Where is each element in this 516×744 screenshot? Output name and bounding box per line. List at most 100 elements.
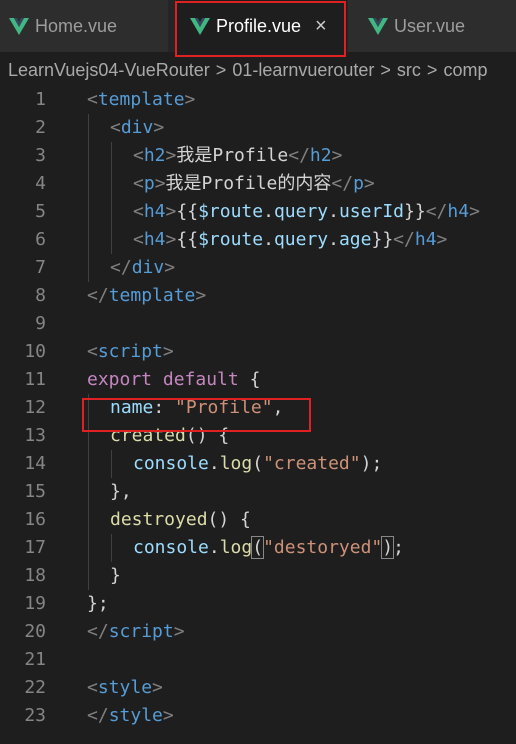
code-text: <script> <box>87 338 174 366</box>
code-token: . <box>328 229 339 250</box>
code-editor[interactable]: 1 <template> 2 <div> 3 <h2>我是Profile</h2> 4 <p>… <box>0 86 516 744</box>
code-text: created() { <box>110 422 229 450</box>
code-line[interactable]: 15}, <box>0 478 516 506</box>
code-token: script <box>97 341 163 362</box>
tab-user-vue[interactable]: User.vue <box>348 0 516 52</box>
code-line[interactable]: 1 <template> <box>0 86 516 114</box>
code-line[interactable]: 5 <h4>{{$route.query.userId}}</h4> <box>0 198 516 226</box>
code-token: "created" <box>263 453 361 474</box>
line-number: 16 <box>24 509 46 530</box>
code-token: </ <box>87 705 109 726</box>
code-line[interactable]: 16 destroyed() { <box>0 506 516 534</box>
code-token: </ <box>87 285 109 306</box>
code-token: console <box>133 453 209 474</box>
code-text: <h4>{{$route.query.age}}</h4> <box>133 226 447 254</box>
code-token: $route <box>198 201 264 222</box>
tab-home-vue[interactable]: Home.vue <box>0 0 168 52</box>
code-token: </ <box>425 201 448 222</box>
code-line[interactable]: 17 console.log("destoryed"); <box>0 534 516 562</box>
code-token: 我是Profile的内容 <box>165 173 332 194</box>
code-line[interactable]: 9 <box>0 310 516 338</box>
code-token: < <box>87 677 98 698</box>
code-token: h4 <box>447 201 470 222</box>
code-line[interactable]: 19}; <box>0 590 516 618</box>
code-token: log <box>219 453 253 474</box>
code-token: </ <box>288 145 310 166</box>
code-token: div <box>131 257 165 278</box>
line-number: 12 <box>24 397 46 418</box>
code-line[interactable]: 20 </script> <box>0 618 516 646</box>
code-token: > <box>153 117 165 138</box>
code-token: > <box>165 229 177 250</box>
code-token: template <box>108 285 196 306</box>
code-token: < <box>87 89 98 110</box>
code-token: < <box>87 341 98 362</box>
code-token: div <box>120 117 154 138</box>
code-token: {{ <box>176 229 199 250</box>
code-token: < <box>133 229 144 250</box>
code-token: < <box>133 201 144 222</box>
code-token: p <box>353 173 364 194</box>
breadcrumb-item[interactable]: src <box>397 60 421 80</box>
code-text: }, <box>110 478 132 506</box>
code-line[interactable]: 13 created() { <box>0 422 516 450</box>
code-token: : <box>153 397 176 418</box>
code-token: ); <box>360 453 383 474</box>
code-line[interactable]: 6 <h4>{{$route.query.age}}</h4> <box>0 226 516 254</box>
code-token: > <box>363 173 375 194</box>
code-line[interactable]: 23 </style> <box>0 702 516 730</box>
code-line[interactable]: 2 <div> <box>0 114 516 142</box>
code-text: </template> <box>87 282 206 310</box>
code-line[interactable]: 21 <box>0 646 516 674</box>
code-token: "destoryed" <box>263 537 383 558</box>
code-line[interactable]: 7 </div> <box>0 254 516 282</box>
code-token: }; <box>87 593 109 614</box>
code-line[interactable]: 3 <h2>我是Profile</h2> <box>0 142 516 170</box>
code-token: > <box>164 257 176 278</box>
breadcrumb-item[interactable]: LearnVuejs04-VueRouter <box>8 60 210 80</box>
code-text: } <box>110 562 121 590</box>
line-number: 14 <box>24 453 46 474</box>
code-token: {{ <box>176 201 199 222</box>
code-line[interactable]: 8 </template> <box>0 282 516 310</box>
code-line[interactable]: 11 export default { <box>0 366 516 394</box>
code-token: } <box>110 565 121 586</box>
code-token: h4 <box>414 229 437 250</box>
code-line[interactable]: 22 <style> <box>0 674 516 702</box>
line-number: 17 <box>24 537 46 558</box>
code-token: () { <box>185 425 230 446</box>
code-token: ( <box>251 536 265 559</box>
breadcrumb: LearnVuejs04-VueRouter >01-learnvuerouter… <box>0 56 516 84</box>
code-text: </div> <box>110 254 175 282</box>
close-icon[interactable]: × <box>315 16 327 36</box>
code-token: () { <box>207 509 251 530</box>
line-number: 22 <box>24 677 46 698</box>
line-number: 20 <box>24 621 46 642</box>
line-number: 13 <box>24 425 46 446</box>
code-token: created <box>110 425 186 446</box>
line-number: 5 <box>35 201 46 222</box>
code-token: > <box>184 89 196 110</box>
code-token: age <box>338 229 372 250</box>
code-line[interactable]: 4 <p>我是Profile的内容</p> <box>0 170 516 198</box>
code-token: script <box>108 621 174 642</box>
chevron-right-icon: > <box>215 60 227 80</box>
code-line[interactable]: 18} <box>0 562 516 590</box>
breadcrumb-item[interactable]: 01-learnvuerouter <box>232 60 374 80</box>
code-line[interactable]: 10 <script> <box>0 338 516 366</box>
vue-file-icon <box>368 17 388 35</box>
tab-profile-vue[interactable]: Profile.vue × <box>176 0 347 52</box>
line-number: 11 <box>24 369 46 390</box>
code-token: 我是Profile <box>176 145 289 166</box>
code-token: }} <box>404 201 426 222</box>
code-token: h2 <box>143 145 166 166</box>
code-line[interactable]: 12 name: "Profile", <box>0 394 516 422</box>
code-token: < <box>110 117 121 138</box>
line-number: 3 <box>35 145 46 166</box>
breadcrumb-item[interactable]: comp <box>443 60 487 80</box>
code-token: . <box>208 453 220 474</box>
code-token: destroyed <box>110 509 208 530</box>
code-line[interactable]: 14 console.log("created"); <box>0 450 516 478</box>
line-number: 4 <box>35 173 46 194</box>
code-token: . <box>263 229 274 250</box>
